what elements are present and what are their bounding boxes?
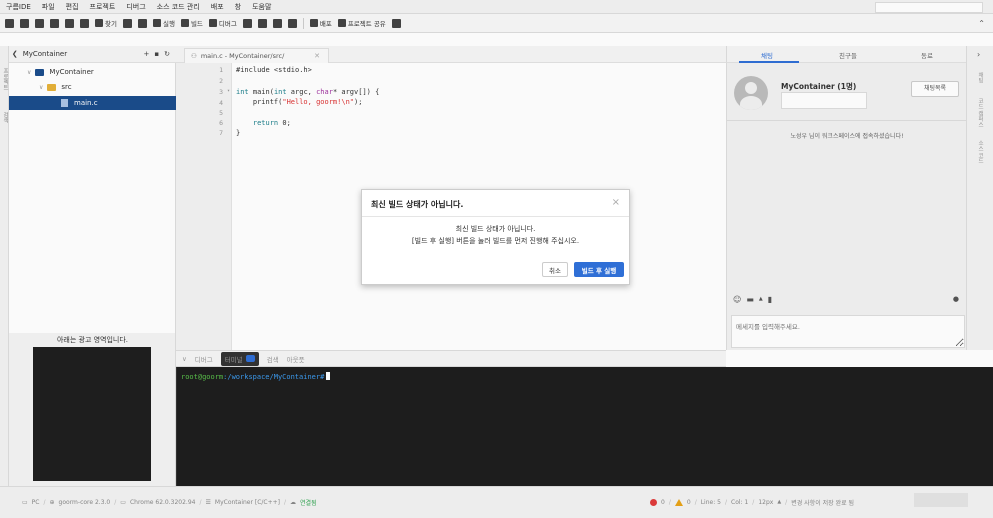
dialog-divider [362,216,629,217]
dialog-message-line-1: 최신 빌드 상태가 아닙니다. [455,225,536,233]
close-icon[interactable]: × [612,197,620,208]
dialog-message-line-2: [빌드 후 실행] 버튼을 눌러 빌드를 먼저 진행해 주십시오. [411,237,580,245]
build-warning-dialog: 최신 빌드 상태가 아닙니다. × 최신 빌드 상태가 아닙니다. [빌드 후 … [361,189,630,285]
cancel-button[interactable]: 취소 [542,262,568,277]
dialog-title: 최신 빌드 상태가 아닙니다. [371,200,464,209]
build-and-run-button[interactable]: 빌드 후 실행 [574,262,624,277]
